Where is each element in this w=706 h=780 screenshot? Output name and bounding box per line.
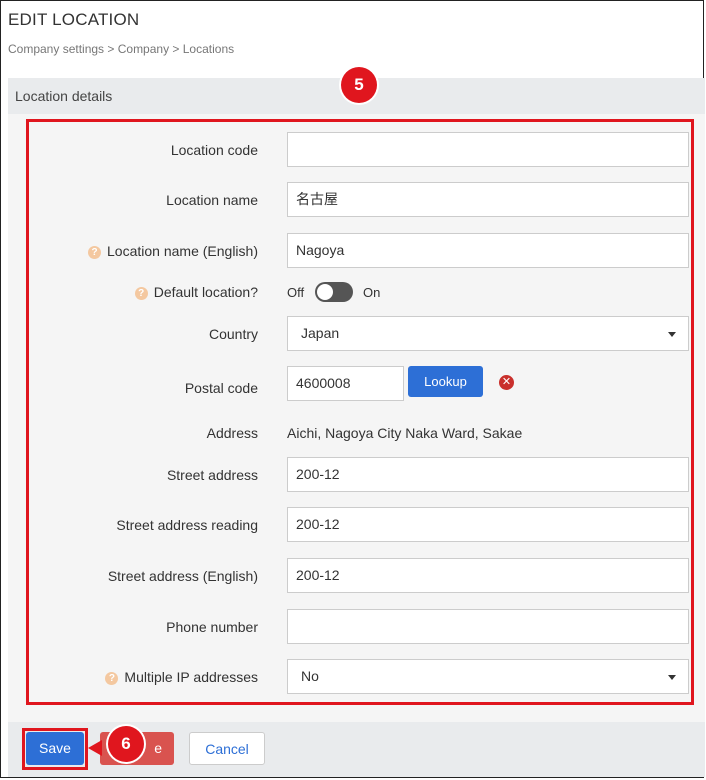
breadcrumb[interactable]: Company settings > Company > Locations xyxy=(8,42,234,56)
annotation-arrow xyxy=(88,740,102,756)
annotation-callout-5: 5 xyxy=(341,67,377,103)
section-title: Location details xyxy=(15,88,113,104)
delete-button-label: e xyxy=(154,740,162,756)
cancel-button[interactable]: Cancel xyxy=(189,732,265,765)
annotation-save-highlight xyxy=(22,728,88,770)
annotation-callout-6: 6 xyxy=(108,726,144,762)
page-title: EDIT LOCATION xyxy=(8,10,140,29)
annotation-highlight-box xyxy=(26,119,694,705)
